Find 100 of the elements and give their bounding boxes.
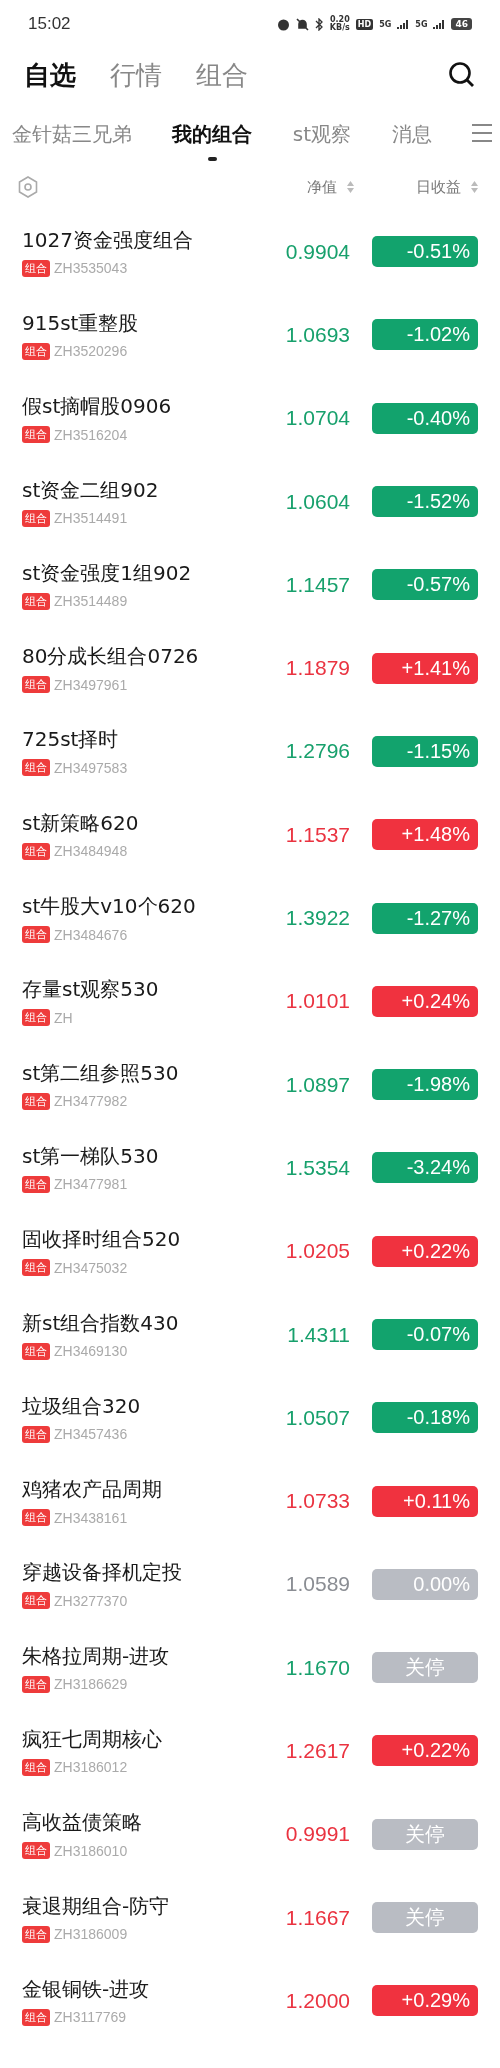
daily-return: -1.02% (372, 319, 478, 351)
signal-icon (433, 19, 446, 29)
main-tab[interactable]: 组合 (196, 57, 248, 93)
portfolio-name[interactable]: 存量st观察530 (22, 976, 240, 1004)
group-tab[interactable]: 消息 (391, 113, 432, 163)
portfolio-name[interactable]: st资金二组902 (22, 476, 240, 504)
portfolio-name[interactable]: 衰退期组合-防守 (22, 1892, 240, 1920)
main-tab[interactable]: 行情 (110, 57, 162, 93)
portfolio-name[interactable]: st第一梯队530 (22, 1142, 240, 1170)
daily-return: +0.11% (372, 1485, 478, 1517)
portfolio-name[interactable]: 鸡猪农产品周期 (22, 1476, 240, 1504)
portfolio-tag: 组合 (22, 1675, 50, 1693)
hd-badge: HD (355, 18, 374, 30)
portfolio-code: ZH3514489 (54, 593, 128, 610)
speed-unit: KB/s (329, 24, 350, 32)
portfolio-name[interactable]: st新策略620 (22, 809, 240, 837)
daily-return: -1.15% (372, 735, 478, 767)
portfolio-name[interactable]: 固收择时组合520 (22, 1226, 240, 1254)
portfolio-name[interactable]: st第二组参照530 (22, 1059, 240, 1087)
portfolio-name[interactable]: st牛股大v10个620 (22, 893, 240, 920)
portfolio-tag: 组合 (22, 1425, 50, 1443)
portfolio-name[interactable]: 高收益债策略 (22, 1809, 240, 1837)
portfolio-name[interactable]: 915st重整股 (22, 309, 240, 337)
portfolio-name[interactable]: 疯狂七周期核心 (22, 1726, 240, 1753)
portfolio-code: ZH3186012 (54, 1759, 128, 1776)
portfolio-name[interactable]: 725st择时 (22, 726, 240, 754)
daily-return: -0.57% (372, 569, 478, 601)
portfolio-code: ZH3475032 (54, 1259, 128, 1276)
portfolio-tag: 组合 (22, 592, 50, 610)
daily-return: +1.48% (372, 819, 478, 851)
net-value: 1.0897 (284, 1072, 350, 1097)
portfolio-code: ZH3469130 (54, 1343, 128, 1359)
portfolio-code: ZH3457436 (54, 1426, 128, 1443)
portfolio-name[interactable]: 80分成长组合0726 (22, 643, 240, 671)
net-value: 0.9991 (284, 1822, 350, 1847)
portfolio-code: ZH3438161 (54, 1509, 128, 1526)
net-value: 1.0693 (284, 322, 350, 347)
network-type: 5G (415, 19, 428, 29)
group-tab[interactable]: 金针菇三兄弟 (12, 113, 132, 163)
portfolio-tag: 组合 (22, 1009, 50, 1027)
portfolio-tag: 组合 (22, 759, 50, 777)
net-value: 1.2000 (284, 1988, 350, 2013)
status-time: 15:02 (28, 14, 71, 34)
settings-icon[interactable] (18, 176, 38, 198)
daily-return: +0.22% (372, 1235, 478, 1267)
network-speed: 0.20 (329, 16, 350, 24)
daily-return: -1.27% (372, 902, 478, 934)
sort-icon (347, 181, 354, 193)
portfolio-code: ZH3186629 (54, 1676, 128, 1693)
portfolio-name[interactable]: 新st组合指数430 (22, 1309, 240, 1337)
menu-icon[interactable] (471, 124, 492, 142)
portfolio-name[interactable]: 1027资金强度组合 (22, 226, 240, 254)
portfolio-name[interactable]: 假st摘帽股0906 (22, 393, 240, 421)
search-icon[interactable] (448, 61, 476, 89)
net-value: 1.1879 (284, 656, 350, 681)
daily-return: -3.24% (372, 1152, 478, 1184)
group-tab[interactable]: st观察 (292, 113, 352, 163)
net-value: 1.1667 (284, 1905, 350, 1930)
main-tab[interactable]: 自选 (24, 57, 76, 93)
group-tab[interactable]: 我的组合 (172, 113, 253, 163)
daily-return: +1.41% (372, 652, 478, 684)
portfolio-code: ZH3520296 (54, 343, 128, 360)
portfolio-name[interactable]: 垃圾组合320 (22, 1392, 240, 1420)
portfolio-code: ZH3484948 (54, 843, 128, 860)
net-value: 1.2617 (284, 1739, 350, 1763)
daily-return: 关停 (372, 1902, 478, 1934)
portfolio-code: ZH3477981 (54, 1176, 128, 1193)
portfolio-tag: 组合 (22, 1342, 50, 1360)
daily-return: +0.29% (372, 1985, 478, 2017)
portfolio-tag: 组合 (22, 1925, 50, 1943)
net-value: 1.0704 (284, 406, 350, 431)
portfolio-tag: 组合 (22, 1509, 50, 1527)
portfolio-name[interactable]: 金银铜铁-进攻 (22, 1975, 240, 2003)
portfolio-code: ZH3516204 (54, 426, 128, 443)
net-value: 1.4311 (286, 1322, 350, 1347)
nav-sort-header[interactable]: 净值 (307, 177, 354, 197)
daily-return: 关停 (372, 1652, 478, 1684)
daily-return: -0.40% (372, 402, 478, 434)
portfolio-tag: 组合 (22, 2008, 50, 2026)
portfolio-code: ZH (54, 1009, 73, 1026)
portfolio-code: ZH3277370 (54, 1592, 128, 1609)
portfolio-tag: 组合 (22, 509, 50, 527)
net-value: 1.0604 (284, 489, 350, 514)
portfolio-tag: 组合 (22, 676, 50, 694)
daily-return: 关停 (372, 1818, 478, 1850)
signal-icon (397, 19, 410, 29)
portfolio-tag: 组合 (22, 1842, 50, 1860)
portfolio-name[interactable]: 穿越设备择机定投 (22, 1559, 240, 1587)
portfolio-tag: 组合 (22, 342, 50, 360)
daily-return: -1.98% (372, 1069, 478, 1101)
portfolio-tag: 组合 (22, 1092, 50, 1110)
net-value: 1.3922 (284, 906, 350, 930)
portfolio-tag: 组合 (22, 1592, 50, 1610)
daily-return-sort-header[interactable]: 日收益 (416, 177, 478, 197)
portfolio-name[interactable]: st资金强度1组902 (22, 559, 240, 587)
net-value: 1.0507 (284, 1405, 350, 1430)
portfolio-name[interactable]: 朱格拉周期-进攻 (22, 1642, 240, 1670)
network-type: 5G (379, 19, 392, 29)
daily-return: -0.07% (372, 1319, 478, 1350)
daily-return: -0.18% (372, 1402, 478, 1434)
